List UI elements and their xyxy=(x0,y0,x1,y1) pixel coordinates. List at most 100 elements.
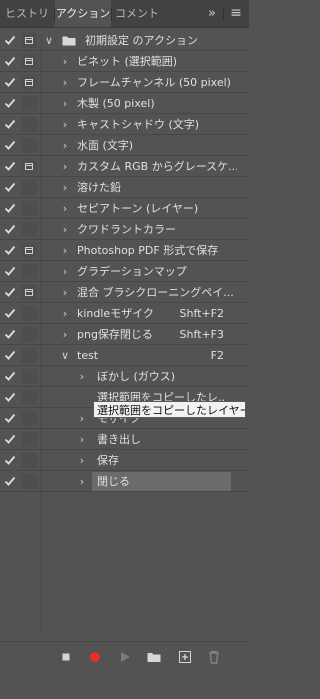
checkmark-icon[interactable] xyxy=(4,454,16,466)
chevron-right-icon[interactable]: › xyxy=(77,450,87,471)
dialog-toggle[interactable] xyxy=(21,54,37,69)
new-action-icon[interactable] xyxy=(177,649,193,665)
record-icon[interactable] xyxy=(87,649,103,665)
action-step-row[interactable]: › 閉じる xyxy=(0,471,249,492)
action-row[interactable]: › 混合 ブラシクローニングペイ... xyxy=(0,282,249,303)
checkmark-icon[interactable] xyxy=(4,265,16,277)
action-row[interactable]: › 木製 (50 pixel) xyxy=(0,93,249,114)
checkmark-icon[interactable] xyxy=(4,76,16,88)
chevron-right-icon[interactable]: › xyxy=(60,303,70,324)
dialog-toggle[interactable] xyxy=(21,369,37,384)
action-row[interactable]: › 溶けた鉛 xyxy=(0,177,249,198)
chevron-right-icon[interactable]: › xyxy=(60,282,70,303)
checkmark-icon[interactable] xyxy=(4,223,16,235)
new-set-folder-icon[interactable] xyxy=(146,649,162,665)
action-row[interactable]: › グラデーションマップ xyxy=(0,261,249,282)
dialog-toggle[interactable] xyxy=(21,432,37,447)
action-row[interactable]: › kindleモザイク Shft+F2 xyxy=(0,303,249,324)
checkmark-icon[interactable] xyxy=(4,433,16,445)
checkmark-icon[interactable] xyxy=(4,286,16,298)
dialog-toggle[interactable] xyxy=(21,201,37,216)
action-row[interactable]: › ビネット (選択範囲) xyxy=(0,51,249,72)
tab-history[interactable]: ヒストリー xyxy=(0,0,54,48)
dialog-toggle[interactable] xyxy=(21,264,37,279)
dialog-toggle[interactable] xyxy=(21,180,37,195)
chevron-right-icon[interactable]: › xyxy=(60,177,70,198)
action-step-row[interactable]: › 保存 xyxy=(0,450,249,471)
checkmark-icon[interactable] xyxy=(4,97,16,109)
dialog-icon xyxy=(25,37,33,44)
checkmark-icon[interactable] xyxy=(4,475,16,487)
chevron-right-icon[interactable]: › xyxy=(60,240,70,261)
chevron-down-icon[interactable]: ∨ xyxy=(44,30,54,51)
collapse-panel-icon[interactable]: » xyxy=(204,0,220,27)
dialog-toggle[interactable] xyxy=(21,243,37,258)
dialog-toggle[interactable] xyxy=(21,117,37,132)
checkmark-icon[interactable] xyxy=(4,370,16,382)
action-row[interactable]: › フレームチャンネル (50 pixel) xyxy=(0,72,249,93)
dialog-toggle[interactable] xyxy=(21,411,37,426)
action-row[interactable]: › キャストシャドウ (文字) xyxy=(0,114,249,135)
stop-icon[interactable] xyxy=(58,649,74,665)
checkmark-icon[interactable] xyxy=(4,160,16,172)
checkmark-icon[interactable] xyxy=(4,391,16,403)
action-row[interactable]: › Photoshop PDF 形式で保存 xyxy=(0,240,249,261)
checkmark-icon[interactable] xyxy=(4,349,16,361)
chevron-right-icon[interactable]: › xyxy=(60,114,70,135)
chevron-down-icon[interactable]: ∨ xyxy=(60,345,70,366)
checkmark-icon[interactable] xyxy=(4,34,16,46)
dialog-toggle[interactable] xyxy=(21,348,37,363)
action-step-row[interactable]: › 書き出し xyxy=(0,429,249,450)
checkmark-icon[interactable] xyxy=(4,118,16,130)
chevron-right-icon[interactable]: › xyxy=(60,198,70,219)
dialog-toggle[interactable] xyxy=(21,222,37,237)
chevron-right-icon[interactable]: › xyxy=(77,471,87,492)
play-icon[interactable] xyxy=(117,649,133,665)
dialog-toggle[interactable] xyxy=(21,33,37,48)
checkmark-icon[interactable] xyxy=(4,202,16,214)
dialog-icon xyxy=(25,163,33,170)
chevron-right-icon[interactable]: › xyxy=(60,93,70,114)
chevron-right-icon[interactable]: › xyxy=(77,408,87,429)
dialog-toggle[interactable] xyxy=(21,75,37,90)
action-row[interactable]: › セピアトーン (レイヤー) xyxy=(0,198,249,219)
checkmark-icon[interactable] xyxy=(4,181,16,193)
action-row[interactable]: › 水面 (文字) xyxy=(0,135,249,156)
dialog-toggle[interactable] xyxy=(21,390,37,405)
action-row-test[interactable]: ∨ test F2 xyxy=(0,345,249,366)
chevron-right-icon[interactable]: › xyxy=(60,261,70,282)
action-step-row[interactable]: › ぼかし (ガウス) xyxy=(0,366,249,387)
chevron-right-icon[interactable]: › xyxy=(60,51,70,72)
checkmark-icon[interactable] xyxy=(4,328,16,340)
checkmark-icon[interactable] xyxy=(4,139,16,151)
dialog-icon xyxy=(25,79,33,86)
checkmark-icon[interactable] xyxy=(4,244,16,256)
actions-panel: ヒストリー アクション コメント » ≡ ∨ 初期設定 のアクション › ビネット (… xyxy=(0,0,249,699)
checkmark-icon[interactable] xyxy=(4,307,16,319)
checkmark-icon[interactable] xyxy=(4,55,16,67)
dialog-toggle[interactable] xyxy=(21,138,37,153)
checkmark-icon[interactable] xyxy=(4,412,16,424)
chevron-right-icon[interactable]: › xyxy=(60,135,70,156)
chevron-right-icon[interactable]: › xyxy=(77,366,87,387)
panel-menu-icon[interactable]: ≡ xyxy=(228,0,244,27)
dialog-toggle[interactable] xyxy=(21,453,37,468)
dialog-toggle[interactable] xyxy=(21,306,37,321)
tab-comments[interactable]: コメント xyxy=(112,0,162,27)
action-row[interactable]: › クワドラントカラー xyxy=(0,219,249,240)
action-row[interactable]: › png保存閉じる Shft+F3 xyxy=(0,324,249,345)
dialog-toggle[interactable] xyxy=(21,96,37,111)
chevron-right-icon[interactable]: › xyxy=(77,429,87,450)
chevron-right-icon[interactable]: › xyxy=(60,324,70,345)
chevron-right-icon[interactable]: › xyxy=(60,72,70,93)
chevron-right-icon[interactable]: › xyxy=(60,156,70,177)
dialog-toggle[interactable] xyxy=(21,285,37,300)
dialog-toggle[interactable] xyxy=(21,327,37,342)
dialog-toggle[interactable] xyxy=(21,159,37,174)
action-row[interactable]: › カスタム RGB からグレースケ... xyxy=(0,156,249,177)
tab-actions[interactable]: アクション xyxy=(55,0,111,27)
action-set-row[interactable]: ∨ 初期設定 のアクション xyxy=(0,30,249,51)
chevron-right-icon[interactable]: › xyxy=(60,219,70,240)
trash-icon[interactable] xyxy=(206,649,222,665)
dialog-toggle[interactable] xyxy=(21,474,37,489)
